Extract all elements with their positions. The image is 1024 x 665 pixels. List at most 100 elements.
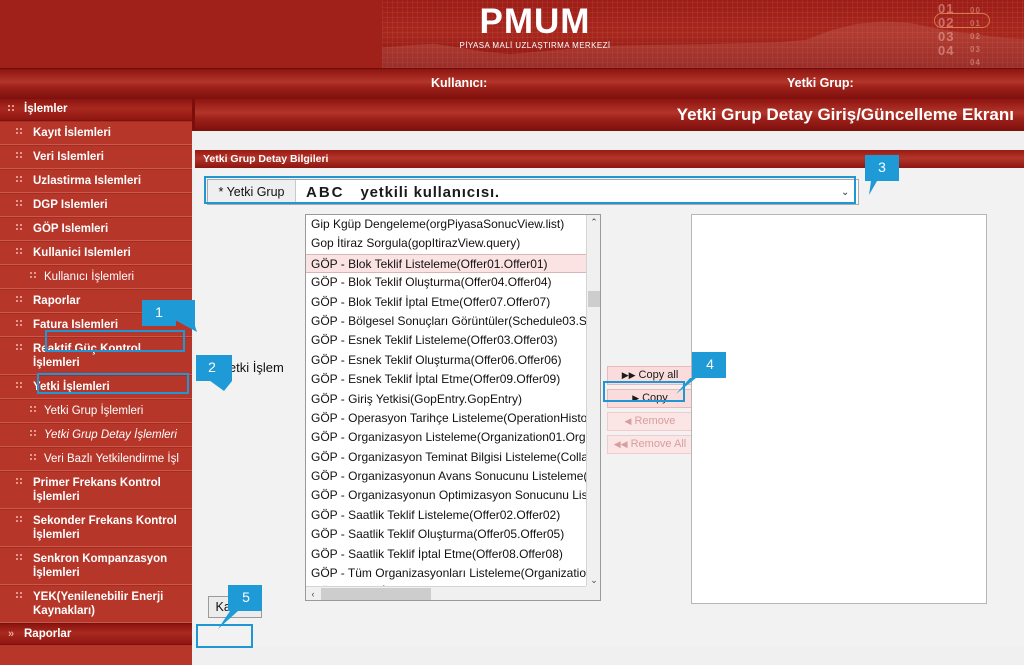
- copy-button-icon: ▶: [632, 393, 640, 403]
- list-item[interactable]: GÖP - Operasyon Tarihçe Listeleme(Operat…: [306, 409, 587, 428]
- grip-dots-icon: [16, 592, 23, 599]
- remove-all-button-icon: ◀◀: [613, 439, 628, 449]
- callout-badge-2: 2: [196, 355, 228, 381]
- list-item[interactable]: GÖP - Organizasyon Teminat Bilgisi Liste…: [306, 448, 587, 467]
- available-list-horizontal-scrollbar[interactable]: ‹ ›: [306, 586, 600, 600]
- header-left-block: [0, 0, 382, 68]
- grip-dots-icon: [16, 382, 23, 389]
- remove-all-button: ◀◀ Remove All: [607, 435, 693, 454]
- list-item[interactable]: GÖP - Giriş Yetkisi(GopEntry.GopEntry): [306, 390, 587, 409]
- sidebar-filler: [0, 645, 192, 665]
- sidebar-item-label: GÖP Islemleri: [33, 223, 109, 235]
- grip-dots-icon: [16, 200, 23, 207]
- selected-permissions-items[interactable]: [692, 215, 986, 603]
- grip-dots-icon: [16, 224, 23, 231]
- sidebar-item-label: Yetki Grup Detay İşlemleri: [44, 429, 177, 441]
- sidebar-footer-raporlar[interactable]: » Raporlar: [0, 623, 192, 645]
- dial-numbers-decoration: 01 02 03 04 00 01 02 03 04 05: [934, 2, 1006, 67]
- page-title-bar: Yetki Grup Detay Giriş/Güncelleme Ekranı: [192, 99, 1024, 131]
- yetki-grup-field-label: * Yetki Grup: [208, 180, 296, 204]
- copy-all-button-label: Copy all: [638, 369, 679, 381]
- sidebar-item-label: Kullanici Islemleri: [33, 247, 131, 259]
- list-item[interactable]: Gop İtiraz Sorgula(gopItirazView.query): [306, 234, 587, 253]
- page-title: Yetki Grup Detay Giriş/Güncelleme Ekranı: [676, 105, 1014, 124]
- sidebar-item-12[interactable]: Yetki Grup Detay İşlemleri: [0, 423, 192, 447]
- list-item[interactable]: GÖP - Esnek Teklif İptal Etme(Offer09.Of…: [306, 370, 587, 389]
- list-item[interactable]: GÖP - Organizasyon Listeleme(Organizatio…: [306, 428, 587, 447]
- list-item[interactable]: GÖP - Esnek Teklif Listeleme(Offer03.Off…: [306, 331, 587, 350]
- sidebar-item-1[interactable]: Veri Islemleri: [0, 145, 192, 169]
- scrollbar-corner: [586, 586, 600, 600]
- chevron-right-icon: »: [8, 628, 15, 640]
- grip-dots-icon: [16, 176, 23, 183]
- yetki-grup-label: Yetki Grup:: [787, 76, 854, 90]
- chevron-down-icon[interactable]: ⌄: [841, 187, 850, 198]
- sidebar-item-13[interactable]: Veri Bazlı Yetkilendirme İşl: [0, 447, 192, 471]
- list-item[interactable]: Gip Kgüp Dengeleme(orgPiyasaSonucView.li…: [306, 215, 587, 234]
- remove-button: ◀ Remove: [607, 412, 693, 431]
- scroll-up-icon[interactable]: ⌃: [587, 215, 600, 229]
- dial-column-b: 00 01 02 03 04 05: [970, 6, 981, 67]
- available-permissions-items[interactable]: Gip Kgüp Dengeleme(orgPiyasaSonucView.li…: [306, 215, 587, 587]
- user-info-bar: Kullanıcı: Yetki Grup:: [0, 68, 1024, 99]
- sidebar-header-islemler[interactable]: İşlemler: [0, 99, 192, 121]
- selected-permissions-listbox[interactable]: [691, 214, 987, 604]
- remove-all-button-label: Remove All: [630, 438, 687, 450]
- sidebar-item-label: Primer Frekans Kontrol İşlemleri: [33, 477, 161, 503]
- list-item[interactable]: GÖP - Saatlik Teklif İptal Etme(Offer08.…: [306, 545, 587, 564]
- list-item[interactable]: GÖP - Blok Teklif İptal Etme(Offer07.Off…: [306, 293, 587, 312]
- list-item[interactable]: GÖP - Saatlik Teklif Oluşturma(Offer05.O…: [306, 525, 587, 544]
- sidebar-item-17[interactable]: YEK(Yenilenebilir Enerji Kaynakları): [0, 585, 192, 623]
- grip-dots-icon: [30, 454, 37, 461]
- sidebar-item-label: Yetki Grup İşlemleri: [44, 405, 144, 417]
- grip-dots-icon: [16, 320, 23, 327]
- sidebar-item-label: Fatura Islemleri: [33, 319, 119, 331]
- sidebar-item-2[interactable]: Uzlastirma Islemleri: [0, 169, 192, 193]
- list-item[interactable]: GÖP - Esnek Teklif Oluşturma(Offer06.Off…: [306, 351, 587, 370]
- grip-dots-icon: [8, 105, 15, 112]
- application-window: PMUM PİYASA MALİ UZLAŞTIRMA MERKEZİ 01 0…: [0, 0, 1024, 665]
- sidebar-item-5[interactable]: Kullanici Islemleri: [0, 241, 192, 265]
- sidebar-item-3[interactable]: DGP Islemleri: [0, 193, 192, 217]
- horizontal-scroll-thumb[interactable]: [321, 588, 431, 600]
- sidebar-item-15[interactable]: Sekonder Frekans Kontrol İşlemleri: [0, 509, 192, 547]
- list-item[interactable]: GÖP - Bölgesel Sonuçları Görüntüler(Sche…: [306, 312, 587, 331]
- yetki-grup-row: * Yetki Grup ABC yetkili kullanıcısı. ⌄: [207, 179, 859, 205]
- available-list-vertical-scrollbar[interactable]: ⌃ ⌄: [586, 215, 600, 587]
- available-permissions-listbox[interactable]: Gip Kgüp Dengeleme(orgPiyasaSonucView.li…: [305, 214, 601, 601]
- scroll-down-icon[interactable]: ⌄: [587, 573, 600, 587]
- sidebar-item-4[interactable]: GÖP Islemleri: [0, 217, 192, 241]
- sidebar-item-10[interactable]: Yetki İşlemleri: [0, 375, 192, 399]
- grip-dots-icon: [16, 554, 23, 561]
- sidebar-item-16[interactable]: Senkron Kompanzasyon İşlemleri: [0, 547, 192, 585]
- grip-dots-icon: [16, 516, 23, 523]
- sidebar-item-14[interactable]: Primer Frekans Kontrol İşlemleri: [0, 471, 192, 509]
- sidebar-item-label: Uzlastirma Islemleri: [33, 175, 142, 187]
- sidebar-item-label: Veri Islemleri: [33, 151, 104, 163]
- list-item[interactable]: GÖP - Organizasyonun Optimizasyon Sonucu…: [306, 486, 587, 505]
- transfer-widget: Gip Kgüp Dengeleme(orgPiyasaSonucView.li…: [195, 213, 1015, 608]
- list-item[interactable]: GÖP - Organizasyonun Avans Sonucunu List…: [306, 467, 587, 486]
- yetki-grup-value-prefix: ABC: [306, 183, 345, 201]
- kullanici-label: Kullanıcı:: [431, 76, 488, 90]
- yetki-grup-value-rest: yetkili kullanıcısı.: [360, 183, 500, 201]
- yetki-grup-select[interactable]: ABC yetkili kullanıcısı. ⌄: [296, 180, 858, 204]
- header-banner: PMUM PİYASA MALİ UZLAŞTIRMA MERKEZİ 01 0…: [0, 0, 1024, 68]
- sidebar-item-6[interactable]: Kullanıcı İşlemleri: [0, 265, 192, 289]
- grip-dots-icon: [30, 430, 37, 437]
- list-item[interactable]: GÖP - Blok Teklif Oluşturma(Offer04.Offe…: [306, 273, 587, 292]
- callout-badge-5: 5: [230, 585, 262, 611]
- list-item[interactable]: GÖP - Saatlik Teklif Listeleme(Offer02.O…: [306, 506, 587, 525]
- remove-button-icon: ◀: [624, 416, 632, 426]
- sidebar-item-label: Kullanıcı İşlemleri: [44, 271, 135, 283]
- sidebar-item-0[interactable]: Kayıt İslemleri: [0, 121, 192, 145]
- remove-button-label: Remove: [634, 415, 676, 427]
- vertical-scroll-thumb[interactable]: [588, 291, 600, 307]
- sidebar-item-label: Yetki İşlemleri: [33, 381, 110, 393]
- sidebar-item-11[interactable]: Yetki Grup İşlemleri: [0, 399, 192, 423]
- sidebar-header-label: İşlemler: [24, 103, 68, 115]
- sidebar-item-list: Kayıt İslemleri Veri Islemleri Uzlastirma …: [0, 121, 192, 623]
- scroll-left-icon[interactable]: ‹: [306, 587, 320, 600]
- list-item[interactable]: GÖP - Tüm Organizasyonları Listeleme(Org…: [306, 564, 587, 583]
- list-item[interactable]: GÖP - Blok Teklif Listeleme(Offer01.Offe…: [306, 253, 587, 274]
